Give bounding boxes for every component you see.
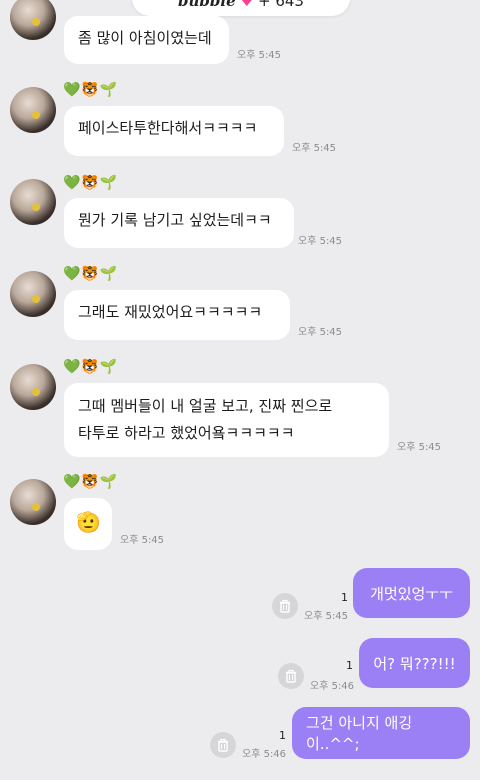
- avatar[interactable]: [10, 479, 56, 525]
- unread-count: 1: [279, 729, 286, 742]
- trash-icon: [280, 599, 290, 613]
- outgoing-message: 어? 뭐???!!!: [359, 638, 470, 688]
- emoji-tag: 💚🐯🌱: [63, 266, 119, 282]
- avatar[interactable]: [10, 271, 56, 317]
- emoji-message: 🫡: [76, 510, 101, 534]
- message-text: 그래도 재밌었어요ㅋㅋㅋㅋㅋ: [78, 303, 263, 321]
- incoming-message: 🫡: [64, 498, 112, 550]
- message-time: 오후 5:45: [298, 236, 343, 247]
- trash-icon: [286, 669, 296, 683]
- emoji-tag: 💚🐯🌱: [63, 82, 119, 98]
- avatar[interactable]: [10, 364, 56, 410]
- subscriber-count: + 643: [258, 0, 304, 10]
- emoji-tag: 💚🐯🌱: [63, 474, 119, 490]
- message-time: 오후 5:45: [120, 535, 165, 546]
- delete-button[interactable]: [272, 593, 298, 619]
- message-text: 그건 아니지 애깅이..^^;: [306, 714, 413, 753]
- message-time: 오후 5:46: [242, 749, 287, 760]
- message-text: 페이스타투한다해서ㅋㅋㅋㅋ: [78, 119, 258, 137]
- message-time: 오후 5:45: [237, 50, 282, 61]
- incoming-message: 그래도 재밌었어요ㅋㅋㅋㅋㅋ: [64, 290, 290, 340]
- emoji-tag: 💚🐯🌱: [63, 175, 119, 191]
- heart-icon: ♥: [239, 0, 254, 10]
- message-text: 개멋있엉ㅜㅜ: [370, 584, 453, 603]
- brand-name: bubble: [178, 0, 236, 10]
- unread-count: 1: [341, 591, 348, 604]
- trash-icon: [218, 738, 228, 752]
- message-time: 오후 5:46: [310, 681, 355, 692]
- outgoing-message: 개멋있엉ㅜㅜ: [353, 568, 470, 618]
- incoming-message: 그때 멤버들이 내 얼굴 보고, 진짜 찐으로 타투로 하라고 했었어욬ㅋㅋㅋㅋ…: [64, 383, 389, 457]
- delete-button[interactable]: [210, 732, 236, 758]
- emoji-tag: 💚🐯🌱: [63, 359, 119, 375]
- top-header: bubble ♥ + 643: [132, 0, 350, 16]
- message-time: 오후 5:45: [304, 611, 349, 622]
- message-text: 좀 많이 아침이였는데: [78, 29, 212, 47]
- message-text: 그때 멤버들이 내 얼굴 보고, 진짜 찐으로: [78, 397, 333, 415]
- unread-count: 1: [346, 659, 353, 672]
- avatar[interactable]: [10, 0, 56, 40]
- message-text: 어? 뭐???!!!: [373, 654, 456, 673]
- message-text: 뭔가 기록 남기고 싶었는데ㅋㅋ: [78, 211, 272, 229]
- incoming-message: 좀 많이 아침이였는데: [64, 16, 229, 64]
- delete-button[interactable]: [278, 663, 304, 689]
- avatar[interactable]: [10, 87, 56, 133]
- avatar[interactable]: [10, 179, 56, 225]
- incoming-message: 뭔가 기록 남기고 싶었는데ㅋㅋ: [64, 198, 294, 248]
- message-time: 오후 5:45: [292, 143, 337, 154]
- incoming-message: 페이스타투한다해서ㅋㅋㅋㅋ: [64, 106, 284, 156]
- message-time: 오후 5:45: [298, 327, 343, 338]
- message-text: 타투로 하라고 했었어욬ㅋㅋㅋㅋㅋ: [78, 424, 295, 442]
- outgoing-message: 그건 아니지 애깅이..^^;: [292, 707, 470, 759]
- message-time: 오후 5:45: [397, 442, 442, 453]
